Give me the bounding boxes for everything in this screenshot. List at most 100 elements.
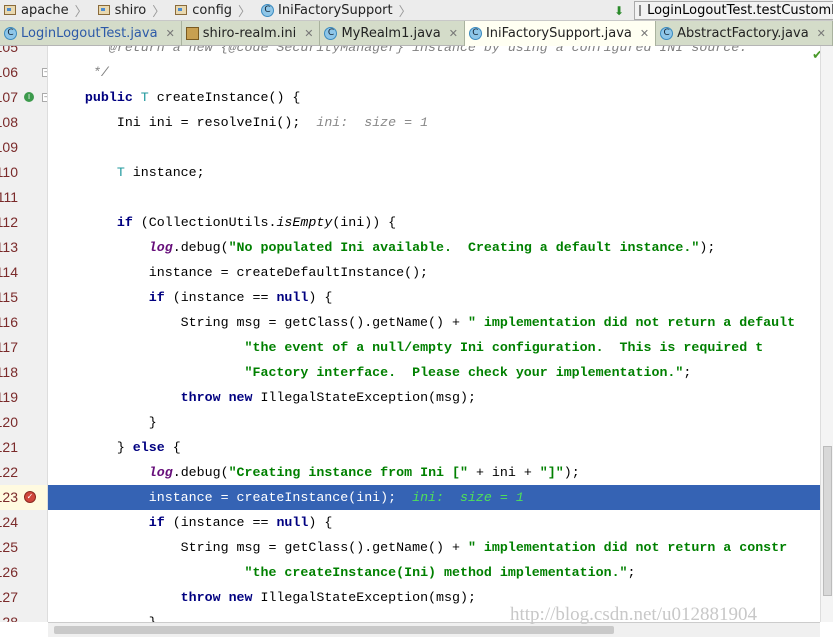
editor-tabs: C LoginLogoutTest.java ✕ shiro-realm.ini ✕ C M… xyxy=(0,21,833,46)
class-icon: C xyxy=(261,3,275,17)
code-line[interactable]: String msg = getClass().getName() + " im… xyxy=(48,310,820,335)
code-line[interactable]: log.debug("Creating instance from Ini ["… xyxy=(48,460,820,485)
line-number: 114 xyxy=(0,264,18,280)
code-token: ; xyxy=(627,565,636,580)
code-token: isEmpty xyxy=(276,215,333,230)
sort-icon[interactable]: ⬇ xyxy=(614,4,624,18)
close-tab-icon[interactable]: ✕ xyxy=(166,27,175,40)
line-number: 116 xyxy=(0,314,18,330)
code-token: (CollectionUtils. xyxy=(132,215,277,230)
line-number: 107 xyxy=(0,89,18,105)
scroll-thumb[interactable] xyxy=(54,626,614,634)
scroll-thumb[interactable] xyxy=(823,446,832,596)
line-number: 128 xyxy=(0,614,18,622)
line-number: 119 xyxy=(0,389,18,405)
code-line[interactable]: throw new IllegalStateException(msg); xyxy=(48,385,820,410)
test-class-icon: C xyxy=(4,27,17,40)
close-tab-icon[interactable]: ✕ xyxy=(640,27,649,40)
code-token: "No populated Ini available. Creating a … xyxy=(228,240,700,255)
line-number: 118 xyxy=(0,364,18,380)
debug-inline-value: ini: size = 1 xyxy=(396,490,524,505)
tab-loginlogouttest-java[interactable]: C LoginLogoutTest.java ✕ xyxy=(0,21,182,46)
tab-abstractfactory-java[interactable]: C AbstractFactory.java ✕ xyxy=(656,21,833,46)
run-config-selector[interactable]: LoginLogoutTest.testCustomRealm xyxy=(634,1,833,20)
code-token: log xyxy=(148,465,173,480)
breadcrumb-item-shiro[interactable]: shiro 〉 xyxy=(90,1,172,20)
code-line[interactable]: instance = createInstance(ini); ini: siz… xyxy=(48,485,820,510)
code-line[interactable]: String msg = getClass().getName() + " im… xyxy=(48,535,820,560)
code-line[interactable]: "the createInstance(Ini) method implemen… xyxy=(48,560,820,585)
close-tab-icon[interactable]: ✕ xyxy=(304,27,313,40)
code-line[interactable]: T instance; xyxy=(48,160,820,185)
breakpoint-icon[interactable]: ✓ xyxy=(24,491,36,503)
tab-label: IniFactorySupport.java xyxy=(485,26,632,41)
code-token: ) { xyxy=(308,515,333,530)
code-token: "]" xyxy=(539,465,564,480)
code-line[interactable]: if (CollectionUtils.isEmpty(ini)) { xyxy=(48,210,820,235)
close-tab-icon[interactable]: ✕ xyxy=(817,27,826,40)
code-line[interactable]: instance = createDefaultInstance(); xyxy=(48,260,820,285)
line-number: 126 xyxy=(0,564,18,580)
code-token: throw xyxy=(180,390,221,405)
code-token: " implementation did not return a constr xyxy=(467,540,788,555)
breadcrumb-item-config[interactable]: config 〉 xyxy=(167,1,257,20)
line-number: 105 xyxy=(0,46,18,55)
code-editor[interactable]: * @return a new {@code SecurityManager} … xyxy=(48,46,820,622)
breadcrumb-label: IniFactorySupport xyxy=(278,2,393,18)
code-token: log xyxy=(148,240,173,255)
breadcrumb-item-class[interactable]: C IniFactorySupport 〉 xyxy=(253,1,418,20)
breadcrumb-item-apache[interactable]: apache 〉 xyxy=(0,1,94,20)
tab-label: shiro-realm.ini xyxy=(202,26,297,41)
code-token: T xyxy=(116,165,125,180)
line-number: 121 xyxy=(0,439,18,455)
close-tab-icon[interactable]: ✕ xyxy=(449,27,458,40)
code-line[interactable]: } else { xyxy=(48,435,820,460)
code-token: public xyxy=(84,90,133,105)
breadcrumb-label: shiro xyxy=(114,2,147,18)
tab-inifactorysupport-java[interactable]: C IniFactorySupport.java ✕ xyxy=(464,21,657,46)
code-token: IllegalStateException(msg); xyxy=(252,590,476,605)
code-line[interactable]: log.debug("No populated Ini available. C… xyxy=(48,235,820,260)
code-line[interactable]: "Factory interface. Please check your im… xyxy=(48,360,820,385)
tab-shiro-realm-ini[interactable]: shiro-realm.ini ✕ xyxy=(182,21,321,46)
vertical-scrollbar[interactable] xyxy=(820,46,833,622)
line-number: 111 xyxy=(0,189,18,205)
code-line[interactable]: public T createInstance() { xyxy=(48,85,820,110)
code-line[interactable]: } xyxy=(48,410,820,435)
tab-myrealm1-java[interactable]: C MyRealm1.java ✕ xyxy=(320,21,465,46)
package-icon xyxy=(97,5,110,15)
code-token: (instance == xyxy=(164,290,277,305)
code-line[interactable]: "the event of a null/empty Ini configura… xyxy=(48,335,820,360)
code-line[interactable] xyxy=(48,185,820,210)
code-line[interactable]: */ xyxy=(48,60,820,85)
code-token: createInstance() { xyxy=(148,90,301,105)
code-token: } xyxy=(53,415,157,430)
code-token: "the createInstance(Ini) method implemen… xyxy=(244,565,628,580)
code-token: .debug( xyxy=(172,240,229,255)
run-configuration: ⬇ LoginLogoutTest.testCustomRealm xyxy=(614,0,833,21)
tab-label: LoginLogoutTest.java xyxy=(21,26,158,41)
code-token: "Factory interface. Please check your im… xyxy=(244,365,684,380)
line-number: 122 xyxy=(0,464,18,480)
code-token: ); xyxy=(563,465,580,480)
code-token: "Creating instance from Ini [" xyxy=(228,465,468,480)
code-line[interactable]: * @return a new {@code SecurityManager} … xyxy=(48,46,820,60)
debug-inline-value: ini: size = 1 xyxy=(300,115,429,130)
code-line[interactable] xyxy=(48,135,820,160)
line-number: 109 xyxy=(0,139,18,155)
package-icon xyxy=(175,5,188,15)
code-line[interactable]: if (instance == null) { xyxy=(48,510,820,535)
implements-marker-icon[interactable]: I xyxy=(24,92,34,102)
line-number: 110 xyxy=(0,164,18,180)
code-token: throw xyxy=(180,590,221,605)
code-line[interactable]: if (instance == null) { xyxy=(48,285,820,310)
code-line[interactable]: Ini ini = resolveIni(); ini: size = 1 xyxy=(48,110,820,135)
